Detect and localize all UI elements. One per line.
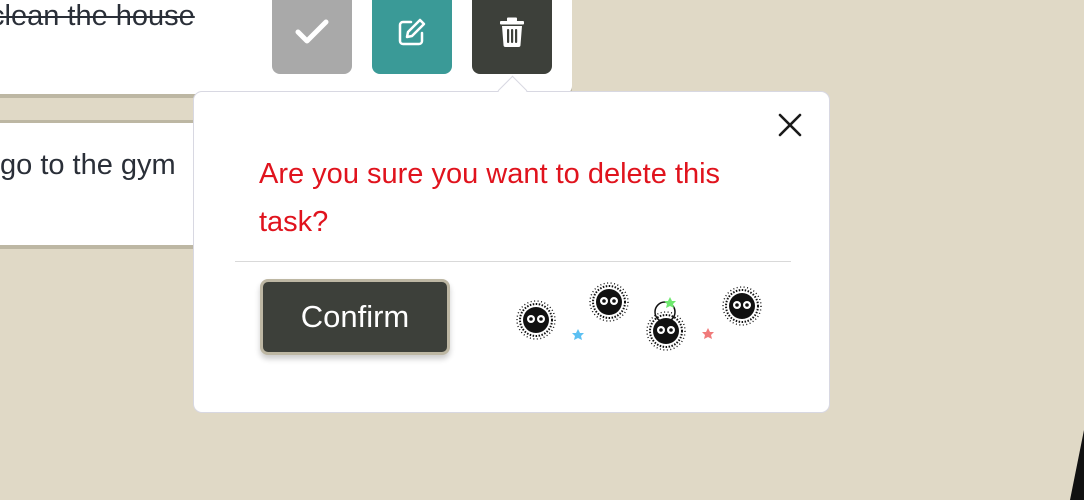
delete-confirm-popover: Are you sure you want to delete this tas… xyxy=(193,91,830,413)
edit-icon xyxy=(398,18,426,46)
star-candy-blue xyxy=(572,329,584,340)
star-candy-red xyxy=(702,328,714,339)
close-button[interactable] xyxy=(775,110,805,140)
confirm-button[interactable]: Confirm xyxy=(260,279,450,355)
soot-sprites-illustration xyxy=(516,282,762,351)
trash-icon xyxy=(500,17,524,47)
divider xyxy=(235,261,791,262)
soot-sprite xyxy=(516,300,556,340)
soot-sprite xyxy=(722,286,762,326)
check-icon xyxy=(295,19,329,44)
star-candy-green xyxy=(664,297,676,308)
task-text: go to the gym xyxy=(0,149,176,181)
complete-button[interactable] xyxy=(272,0,352,74)
soot-sprite xyxy=(646,311,686,351)
delete-warning-message: Are you sure you want to delete this tas… xyxy=(259,158,721,238)
close-icon xyxy=(778,113,802,137)
edit-button[interactable] xyxy=(372,0,452,74)
delete-button[interactable] xyxy=(472,0,552,74)
task-text: clean the house xyxy=(0,0,195,32)
soot-sprite xyxy=(589,282,629,322)
decorative-shape xyxy=(1070,430,1084,500)
